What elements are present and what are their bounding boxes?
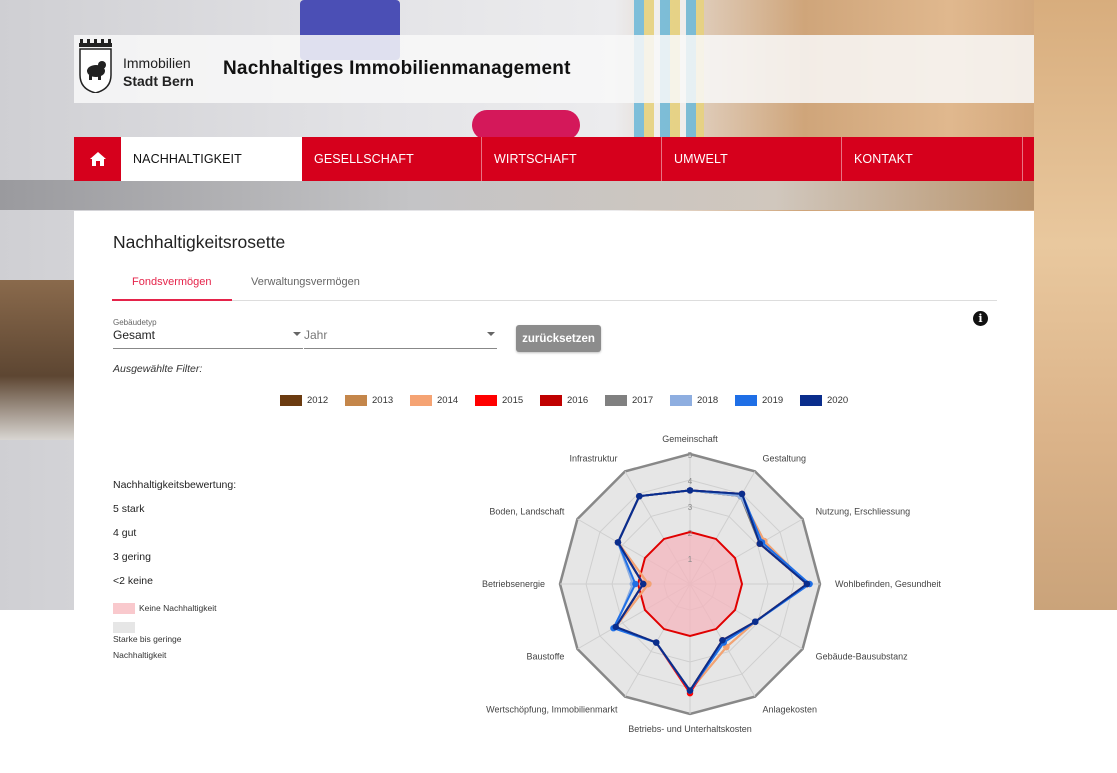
radar-axis-label: Gestaltung [763, 453, 807, 463]
radar-point-2020 [653, 639, 660, 646]
radar-axis-label: Betriebsenergie [482, 579, 545, 589]
radar-axis-label: Infrastruktur [569, 453, 617, 463]
radar-point-2020 [752, 618, 759, 625]
radar-axis-label: Gemeinschaft [662, 434, 718, 444]
radar-axis-label: Gebäude-Bausubstanz [816, 652, 909, 662]
radar-point-2020 [640, 580, 647, 588]
radar-scale-label: 2 [688, 529, 693, 538]
radar-axis-label: Wohlbefinden, Gesundheit [835, 579, 941, 589]
radar-point-2020 [719, 637, 726, 644]
radar-scale-label: 1 [688, 555, 693, 564]
radar-scale-label: 5 [688, 451, 693, 460]
radar-point-2020 [686, 687, 694, 694]
radar-point-2020 [636, 492, 643, 500]
radar-axis-label: Nutzung, Erschliessung [816, 507, 911, 517]
radar-point-2020 [614, 539, 622, 546]
radar-scale-label: 4 [688, 477, 693, 486]
sustainability-radar-chart: 1 2 3 4 5 Gemeinschaft Gestaltung Nutzung, Ersc… [482, 434, 941, 734]
radar-axis-label: Boden, Landschaft [489, 507, 565, 517]
radar-point-2020 [612, 623, 619, 631]
radar-point-2020 [738, 490, 746, 498]
radar-axis-label: Baustoffe [527, 652, 565, 662]
radar-axis-label: Anlagekosten [763, 705, 818, 715]
radar-axis-label: Wertschöpfung, Immobilienmarkt [486, 705, 618, 715]
radar-scale-label: 3 [688, 503, 693, 512]
radar-point-2020 [803, 580, 811, 588]
radar-point-2019 [632, 580, 639, 588]
radar-axis-label: Betriebs- und Unterhaltskosten [628, 724, 752, 734]
radar-point-2020 [756, 540, 764, 547]
radar-point-2020 [686, 487, 694, 494]
